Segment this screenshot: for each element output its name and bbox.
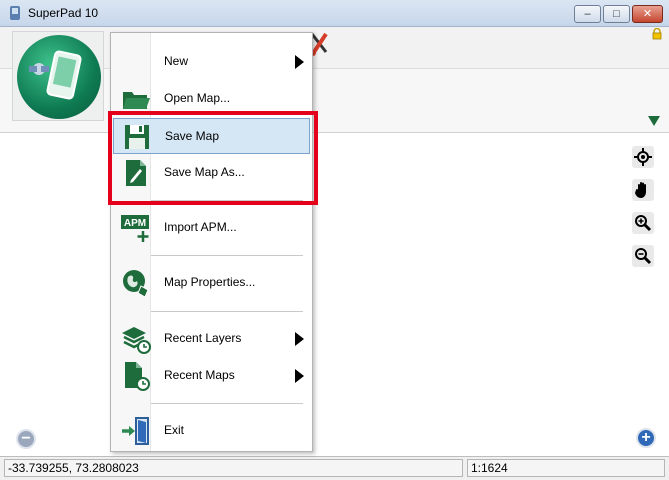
recent-layers-icon: [122, 327, 151, 354]
title-bar: SuperPad 10 – □ ✕: [0, 0, 669, 27]
status-scale: 1:1624: [467, 459, 665, 477]
map-zoom-out-button[interactable]: −: [16, 429, 36, 449]
app-logo: [17, 35, 101, 119]
app-menu: New Open Map... Save Map Save Map As...: [110, 32, 313, 452]
gps-locate-button[interactable]: [632, 146, 654, 168]
pan-button[interactable]: [632, 179, 654, 201]
zoom-out-icon: [635, 248, 652, 265]
menu-item-open-map[interactable]: Open Map...: [113, 81, 310, 117]
menu-item-recent-maps[interactable]: Recent Maps: [113, 358, 310, 394]
map-zoom-in-button[interactable]: +: [636, 428, 656, 448]
menu-item-label: Recent Maps: [164, 368, 235, 382]
recent-maps-icon: [125, 362, 150, 391]
menu-item-new[interactable]: New: [113, 44, 310, 80]
device-logo-icon: [29, 50, 82, 100]
folder-open-icon: [123, 92, 150, 109]
map-properties-icon: [123, 270, 149, 298]
plus-icon: +: [641, 429, 651, 446]
menu-item-recent-layers[interactable]: Recent Layers: [113, 321, 310, 357]
maximize-icon: □: [613, 7, 620, 20]
lock-icon[interactable]: [651, 28, 663, 40]
menu-item-save-map[interactable]: Save Map: [113, 118, 310, 154]
close-button[interactable]: ✕: [632, 5, 663, 23]
submenu-arrow-icon: [295, 332, 304, 346]
exit-icon: [122, 417, 149, 445]
app-menu-button[interactable]: [12, 31, 104, 121]
menu-item-save-map-as[interactable]: Save Map As...: [113, 155, 310, 191]
import-apm-icon: APM: [121, 215, 149, 242]
menu-item-import-apm[interactable]: APM Import APM...: [113, 210, 310, 246]
pan-hand-icon: [635, 182, 646, 198]
minimize-button[interactable]: –: [574, 5, 601, 23]
menu-separator: [151, 200, 303, 201]
menu-item-label: Save Map: [165, 129, 220, 143]
window-title: SuperPad 10: [28, 6, 99, 20]
submenu-arrow-icon: [295, 55, 304, 69]
minus-icon: −: [21, 430, 31, 447]
menu-item-exit[interactable]: Exit: [113, 413, 310, 449]
gps-locate-icon: [634, 148, 652, 166]
menu-item-label: Open Map...: [164, 91, 231, 105]
menu-item-label: Save Map As...: [164, 165, 245, 179]
status-bar: -33.739255, 73.2808023 1:1624: [0, 456, 669, 480]
apm-badge-text: APM: [124, 218, 146, 229]
menu-item-label: Recent Layers: [164, 331, 242, 345]
menu-separator: [151, 255, 303, 256]
zoom-out-tool-button[interactable]: [632, 245, 654, 267]
status-coordinates: -33.739255, 73.2808023: [4, 459, 463, 477]
maximize-button[interactable]: □: [603, 5, 630, 23]
save-as-icon: [126, 160, 146, 186]
minimize-icon: –: [584, 7, 591, 20]
zoom-in-icon: [635, 215, 652, 232]
close-icon: ✕: [642, 7, 653, 20]
menu-separator: [151, 403, 303, 404]
menu-item-label: Import APM...: [164, 220, 237, 234]
submenu-arrow-icon: [295, 369, 304, 383]
menu-item-label: Exit: [164, 423, 185, 437]
chevron-down-icon[interactable]: [648, 116, 660, 126]
zoom-in-tool-button[interactable]: [632, 212, 654, 234]
app-icon: [10, 6, 20, 20]
save-icon: [125, 125, 149, 149]
menu-item-label: Map Properties...: [164, 275, 256, 289]
menu-item-map-properties[interactable]: Map Properties...: [113, 265, 310, 301]
menu-item-label: New: [164, 54, 189, 68]
menu-separator: [151, 311, 303, 312]
